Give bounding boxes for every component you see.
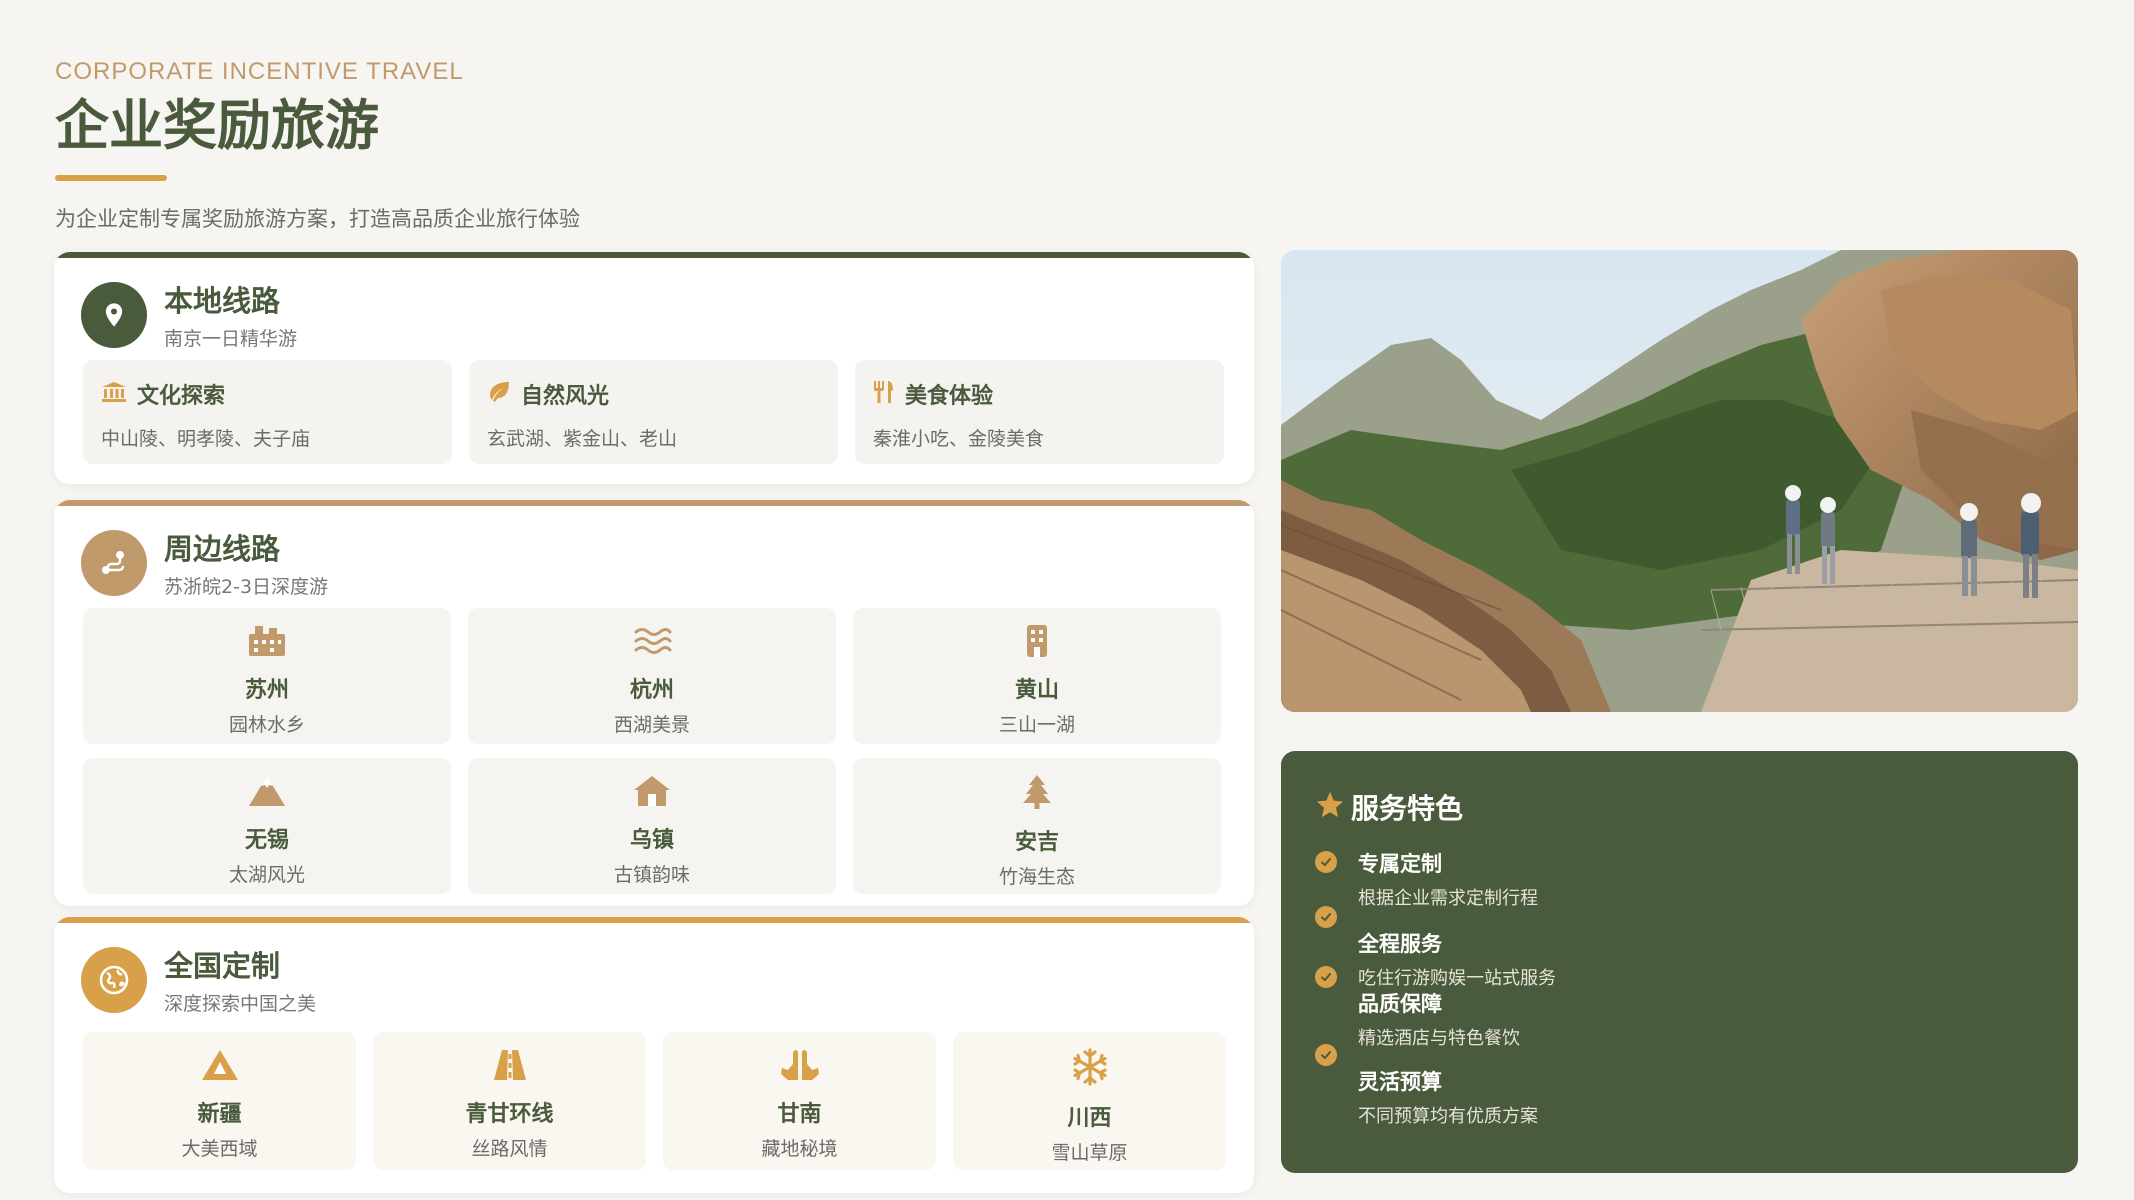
service-features-panel: 服务特色 专属定制 根据企业需求定制行程 全程服务 吃住行游购娱一站式服务 品质… xyxy=(1281,751,2078,1173)
tile-title: 安吉 xyxy=(1014,830,1059,855)
check-icon xyxy=(1315,851,1337,873)
local-card-header: 本地线路 南京一日精华游 xyxy=(81,278,297,351)
service-header: 服务特色 xyxy=(1315,787,1463,827)
tile-title: 杭州 xyxy=(629,678,674,703)
tile-title: 美食体验 xyxy=(905,384,994,409)
hero-photo xyxy=(1281,250,2078,712)
road-icon xyxy=(490,1048,530,1086)
page-subtitle: 为企业定制专属奖励旅游方案，打造高品质企业旅行体验 xyxy=(55,207,580,232)
tile-title: 川西 xyxy=(1067,1106,1112,1131)
tile-title: 文化探索 xyxy=(137,384,226,409)
national-tile-qinggan[interactable]: 青甘环线 丝路风情 xyxy=(373,1032,646,1170)
national-tile-chuanxi[interactable]: 川西 雪山草原 xyxy=(953,1032,1226,1170)
tile-title: 自然风光 xyxy=(521,384,610,409)
nearby-tile-suzhou[interactable]: 苏州 园林水乡 xyxy=(83,608,451,744)
tile-title: 苏州 xyxy=(244,678,289,703)
card-accent-line xyxy=(54,917,1254,923)
national-card-header: 全国定制 深度探索中国之美 xyxy=(81,943,316,1016)
map-pin-icon xyxy=(81,281,147,348)
nearby-tile-hangzhou[interactable]: 杭州 西湖美景 xyxy=(468,608,836,744)
nearby-tile-wuzhen[interactable]: 乌镇 古镇韵味 xyxy=(468,758,836,894)
check-icon xyxy=(1315,966,1337,988)
tile-title: 青甘环线 xyxy=(465,1102,554,1127)
tile-description: 竹海生态 xyxy=(998,866,1075,888)
tile-title: 乌镇 xyxy=(629,828,674,853)
nearby-tile-wuxi[interactable]: 无锡 太湖风光 xyxy=(83,758,451,894)
tile-description: 玄武湖、紫金山、老山 xyxy=(487,428,678,450)
service-item-desc: 不同预算均有优质方案 xyxy=(1358,1106,1538,1127)
nearby-tile-anji[interactable]: 安吉 竹海生态 xyxy=(853,758,1221,894)
service-item: 专属定制 根据企业需求定制行程 xyxy=(1315,851,1538,910)
tile-description: 西湖美景 xyxy=(613,714,690,736)
tile-title: 黄山 xyxy=(1014,678,1059,703)
national-tile-gannan[interactable]: 甘南 藏地秘境 xyxy=(663,1032,936,1170)
page-header: CORPORATE INCENTIVE TRAVEL 企业奖励旅游 为企业定制专… xyxy=(55,58,1255,233)
tile-title: 甘南 xyxy=(777,1102,822,1127)
tile-description: 中山陵、明孝陵、夫子庙 xyxy=(101,428,311,450)
landmark-icon xyxy=(101,381,127,407)
mountain-icon xyxy=(247,774,287,812)
tile-description: 丝路风情 xyxy=(471,1138,548,1160)
local-tile-food[interactable]: 美食体验 秦淮小吃、金陵美食 xyxy=(855,360,1224,464)
star-icon xyxy=(1315,790,1345,824)
service-item-name: 专属定制 xyxy=(1358,852,1442,876)
nearby-route-card: 周边线路 苏浙皖2-3日深度游 苏州 园林水乡 杭州 西湖美景 黄山 三山一湖 xyxy=(54,500,1254,906)
house-icon xyxy=(632,774,672,812)
tile-title: 无锡 xyxy=(244,828,289,853)
praying-hands-icon xyxy=(778,1048,822,1086)
check-icon xyxy=(1315,1044,1337,1066)
nearby-card-title: 周边线路 xyxy=(164,532,281,566)
tile-description: 大美西域 xyxy=(181,1138,258,1160)
service-title: 服务特色 xyxy=(1351,792,1464,825)
service-item-name: 全程服务 xyxy=(1358,932,1442,956)
tile-description: 太湖风光 xyxy=(228,864,305,886)
building-icon xyxy=(1017,624,1057,662)
utensils-icon xyxy=(873,380,895,408)
check-icon xyxy=(1315,906,1337,928)
service-item-name: 品质保障 xyxy=(1358,992,1442,1016)
water-icon xyxy=(632,624,672,662)
tile-description: 藏地秘境 xyxy=(761,1138,838,1160)
national-tile-xinjiang[interactable]: 新疆 大美西域 xyxy=(83,1032,356,1170)
tile-description: 三山一湖 xyxy=(998,714,1075,736)
national-route-card: 全国定制 深度探索中国之美 新疆 大美西域 青甘环线 丝路风情 甘南 藏地秘境 xyxy=(54,917,1254,1193)
snowflake-icon xyxy=(1071,1048,1109,1090)
nearby-tile-huangshan[interactable]: 黄山 三山一湖 xyxy=(853,608,1221,744)
card-accent-line xyxy=(54,252,1254,258)
card-accent-line xyxy=(54,500,1254,506)
route-icon xyxy=(81,529,147,596)
local-tile-nature[interactable]: 自然风光 玄武湖、紫金山、老山 xyxy=(469,360,838,464)
tile-description: 古镇韵味 xyxy=(613,864,690,886)
globe-icon xyxy=(81,946,147,1013)
service-item: 灵活预算 不同预算均有优质方案 xyxy=(1315,1044,1538,1128)
service-item-name: 灵活预算 xyxy=(1358,1070,1442,1094)
city-icon xyxy=(247,624,287,662)
nearby-card-subtitle: 苏浙皖2-3日深度游 xyxy=(164,576,329,598)
tree-icon xyxy=(1017,774,1057,814)
national-card-title: 全国定制 xyxy=(164,949,281,983)
local-card-title: 本地线路 xyxy=(164,284,281,318)
tile-description: 园林水乡 xyxy=(228,714,305,736)
local-card-subtitle: 南京一日精华游 xyxy=(164,328,298,350)
leaf-icon xyxy=(487,381,511,407)
nearby-card-header: 周边线路 苏浙皖2-3日深度游 xyxy=(81,526,328,599)
title-underline xyxy=(55,175,167,182)
local-tile-culture[interactable]: 文化探索 中山陵、明孝陵、夫子庙 xyxy=(83,360,452,464)
page-title: 企业奖励旅游 xyxy=(55,94,379,157)
mountain-icon xyxy=(200,1048,240,1086)
national-card-subtitle: 深度探索中国之美 xyxy=(164,993,317,1015)
tile-description: 秦淮小吃、金陵美食 xyxy=(873,428,1045,450)
page-eyebrow: CORPORATE INCENTIVE TRAVEL xyxy=(55,58,464,85)
local-route-card: 本地线路 南京一日精华游 文化探索 中山陵、明孝陵、夫子庙 自然风光 玄武湖、紫… xyxy=(54,252,1254,484)
tile-title: 新疆 xyxy=(197,1102,242,1127)
service-item: 品质保障 精选酒店与特色餐饮 xyxy=(1315,966,1520,1050)
tile-description: 雪山草原 xyxy=(1051,1142,1128,1164)
